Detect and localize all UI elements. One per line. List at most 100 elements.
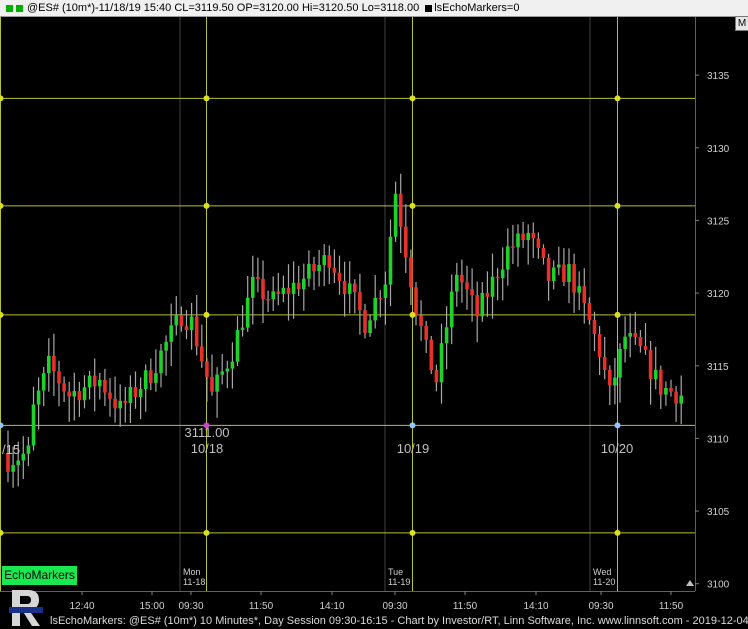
down-bar [57,371,61,384]
indicator-color-icon[interactable] [425,4,433,12]
up-bar [613,377,617,386]
up-bar [618,348,622,378]
down-bar [638,336,643,347]
time-tick-label: 14:10 [319,601,344,612]
up-bar [679,395,683,404]
date-label: 10/20 [601,441,634,456]
down-bar [77,391,82,401]
up-bar [21,453,26,461]
down-bar [582,286,587,303]
echo-marker-dot [409,95,416,102]
down-bar [541,247,546,258]
down-bar [546,257,551,281]
price-tick-label: 3135 [707,71,730,82]
chart-color-icon-2[interactable] [16,4,23,12]
price-bars [6,173,683,488]
up-bar [41,373,46,391]
up-bar [526,232,530,241]
down-bar [332,267,337,273]
up-bar [235,329,240,362]
down-bar [342,281,347,294]
up-bar [577,286,581,293]
down-bar [470,289,474,296]
down-bar [179,315,184,327]
scroll-up-icon [686,580,694,586]
down-bar [434,370,439,383]
date-label: /15 [2,442,20,457]
up-bar [230,361,235,369]
up-bar [347,283,352,294]
echo-marker-dot [409,311,416,318]
price-tick-label: 3120 [707,289,730,300]
down-bar [286,287,291,294]
echo-marker-dot [614,529,621,536]
down-bar [572,264,576,293]
echo-marker-dot [614,311,621,318]
down-bar [608,370,612,386]
chart-title-bar: @ES# (10m*)-11/18/19 15:40 CL=3119.50 OP… [0,0,748,17]
down-bar [669,387,673,392]
menu-button[interactable]: M [735,16,748,31]
echo-marker-dot [0,95,4,102]
down-bar [67,391,71,397]
up-bar [189,316,194,331]
up-bar [47,355,51,374]
session-date-label: 11-19 [388,577,410,587]
echo-marker-dot [203,311,210,318]
up-bar [653,369,658,380]
down-bar [123,400,128,403]
chart-color-icon[interactable] [6,4,13,12]
price-tick-label: 3115 [707,362,729,373]
time-axis[interactable]: 12:40 15:00 09:30 11:50 14:10 09:30 11:50 14:10… [69,567,683,612]
down-bar [133,387,138,397]
up-bar [490,276,495,297]
session-day-label: Mon [183,567,201,577]
symbol-quote-line: @ES# (10m*)-11/18/19 15:40 CL=3119.50 OP… [27,2,420,14]
up-bar [551,267,556,281]
up-bar [664,387,668,395]
down-bar [674,391,678,404]
price-axis[interactable]: 3100 3105 3110 3115 3120 3125 3130 3135 [686,71,730,591]
echo-marker-dot [409,202,416,209]
price-tick-label: 3110 [707,434,729,445]
date-label: 10/18 [191,441,224,456]
status-footer: lsEchoMarkers: @ES# (10m*) 10 Minutes*, … [50,614,748,629]
down-bar [495,276,500,279]
echo-marker-dot [0,202,4,209]
echo-markers-badge[interactable]: EchoMarkers [2,566,77,585]
up-bar [36,390,41,405]
down-bar [404,226,408,258]
echo-marker-dot [203,95,210,102]
down-bar [475,295,479,317]
down-bar [587,302,592,320]
down-bar [327,255,332,268]
echo-marker-dot [203,529,210,536]
down-bar [210,376,214,392]
up-bar [98,379,102,387]
session-date-label: 11-20 [593,577,615,587]
price-tick-label: 3130 [707,144,730,155]
up-bar [628,333,632,337]
up-bar [317,264,321,272]
indicator-label: lsEchoMarkers=0 [434,2,520,14]
down-bar [108,392,112,399]
price-tick-label: 3105 [707,507,730,518]
time-tick-label: 09:30 [382,601,407,612]
down-bar [485,292,490,297]
up-bar [87,375,92,388]
down-bar [592,319,597,335]
down-bar [562,264,566,283]
price-label: 3111.00 [184,425,229,440]
down-bar [149,370,153,383]
up-bar [128,387,133,403]
down-bar [521,233,525,241]
echo-marker-dot [614,202,621,209]
down-bar [92,375,97,387]
up-bar [174,315,179,326]
down-bar [205,361,209,377]
time-tick-label: 11:50 [249,601,274,612]
price-chart[interactable]: /153111.0010/18 10/19 10/20 31003105311031… [0,0,748,629]
echo-marker-dot [614,422,621,429]
down-bar [353,283,357,293]
up-bar [72,391,77,397]
